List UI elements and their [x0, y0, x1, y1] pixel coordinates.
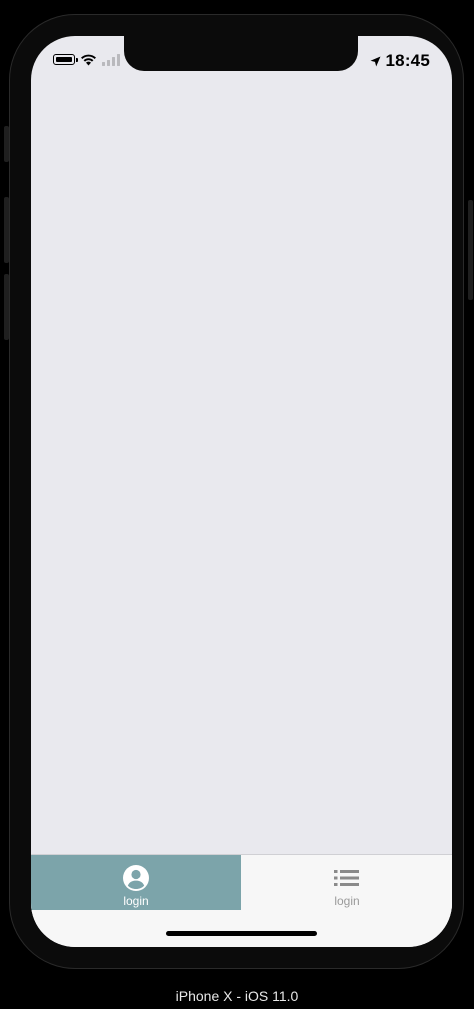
simulator-stage: 18:45 login login iPhone X - iOS 11.0	[0, 0, 474, 1009]
tab-label: login	[123, 894, 149, 908]
wifi-icon	[80, 53, 97, 66]
tab-login-list[interactable]: login	[242, 855, 452, 910]
status-right: 18:45	[370, 51, 430, 71]
status-time: 18:45	[385, 51, 430, 70]
location-arrow-icon	[370, 56, 381, 67]
battery-icon	[53, 54, 78, 65]
home-indicator[interactable]	[166, 931, 317, 936]
list-icon	[333, 864, 361, 892]
cellular-signal-icon	[102, 53, 121, 66]
main-content-area	[31, 80, 452, 854]
account-circle-icon	[122, 864, 150, 892]
tab-login-account[interactable]: login	[31, 855, 241, 910]
phone-screen: 18:45 login login	[31, 36, 452, 947]
status-left	[53, 53, 121, 66]
tab-label: login	[334, 894, 360, 908]
power-button	[468, 200, 473, 300]
notch	[124, 36, 358, 71]
device-caption: iPhone X - iOS 11.0	[175, 988, 299, 1004]
